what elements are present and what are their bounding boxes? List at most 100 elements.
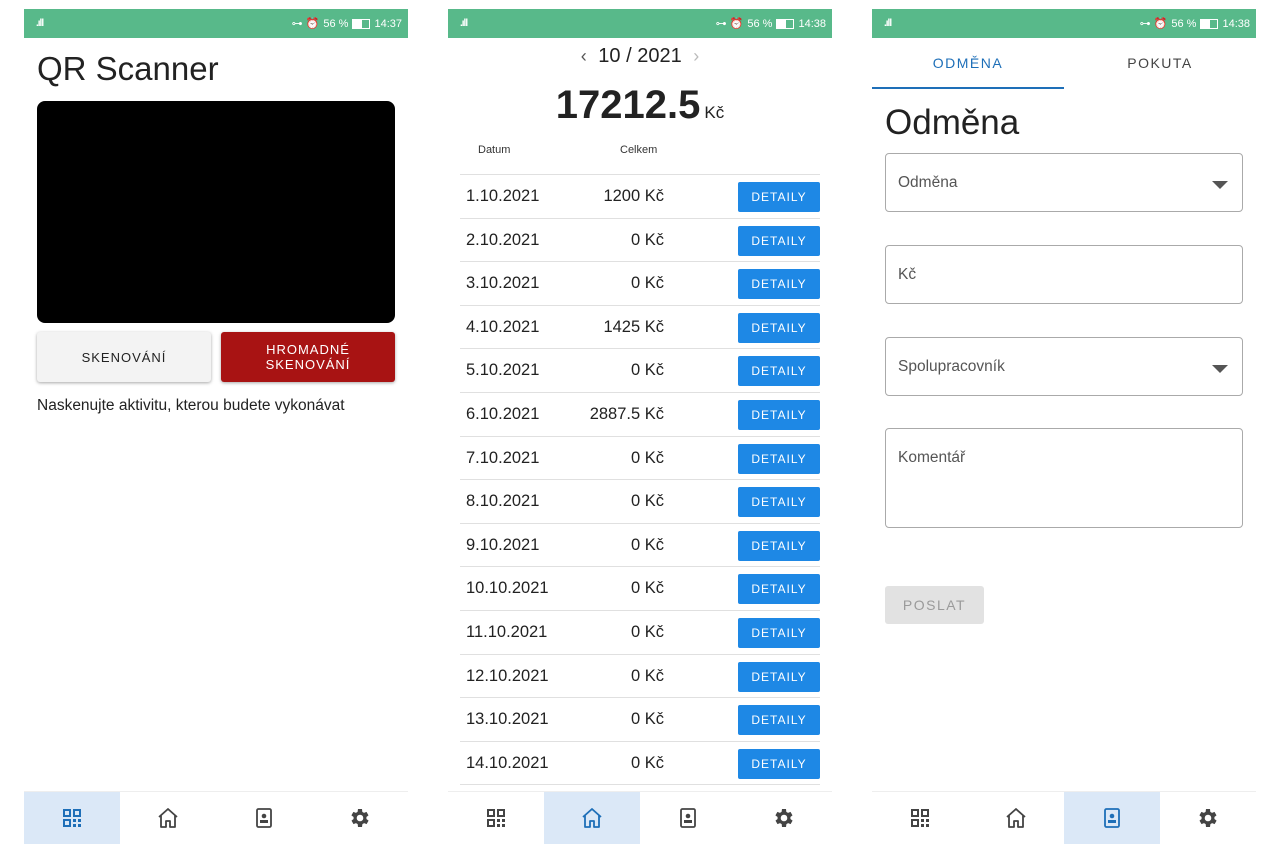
dropdown-arrow-icon bbox=[1212, 365, 1228, 373]
table-row: 12.10.2021 0 Kč DETAILY bbox=[460, 653, 820, 698]
contact-icon bbox=[1104, 808, 1120, 828]
colleague-select[interactable]: Spolupracovník bbox=[885, 337, 1243, 396]
comment-label: Komentář bbox=[898, 449, 966, 466]
row-date: 7.10.2021 bbox=[466, 448, 540, 467]
detail-button[interactable]: DETAILY bbox=[738, 312, 820, 343]
screen-monthly-summary: .ıll ⊶ ⏰ 56 % 14:38 ‹ 10 / 2021 › 17212.… bbox=[448, 9, 832, 844]
nav-settings[interactable] bbox=[1160, 792, 1256, 844]
detail-button[interactable]: DETAILY bbox=[738, 443, 820, 474]
row-date: 8.10.2021 bbox=[466, 492, 540, 511]
home-icon bbox=[1006, 808, 1026, 828]
nav-home[interactable] bbox=[544, 792, 640, 844]
row-date: 11.10.2021 bbox=[466, 622, 548, 641]
settings-icon bbox=[1199, 809, 1217, 827]
qr-code-icon bbox=[63, 809, 81, 827]
detail-button[interactable]: DETAILY bbox=[738, 617, 820, 648]
scan-button[interactable]: SKENOVÁNÍ bbox=[37, 332, 211, 382]
row-total: 0 Kč bbox=[630, 753, 664, 772]
home-icon bbox=[158, 808, 178, 828]
tab-bar: ODMĚNA POKUTA bbox=[872, 47, 1256, 89]
nav-qr[interactable] bbox=[872, 792, 968, 844]
table-row: 8.10.2021 0 Kč DETAILY bbox=[460, 479, 820, 523]
table-row: 13.10.2021 0 Kč DETAILY bbox=[460, 697, 820, 741]
colleague-label: Spolupracovník bbox=[898, 358, 1005, 375]
row-total: 0 Kč bbox=[630, 710, 664, 729]
row-total: 0 Kč bbox=[630, 230, 664, 249]
detail-button[interactable]: DETAILY bbox=[738, 487, 820, 518]
home-icon bbox=[582, 808, 602, 828]
row-date: 4.10.2021 bbox=[466, 317, 540, 336]
qr-code-icon bbox=[487, 809, 505, 827]
row-total: 0 Kč bbox=[630, 535, 664, 554]
send-button[interactable]: POSLAT bbox=[885, 586, 984, 624]
nav-contacts[interactable] bbox=[216, 792, 312, 844]
nav-contacts[interactable] bbox=[640, 792, 736, 844]
status-time: 14:37 bbox=[374, 17, 402, 30]
month-label: 10 / 2021 bbox=[598, 45, 682, 67]
comment-field[interactable]: Komentář bbox=[885, 428, 1243, 528]
dropdown-arrow-icon bbox=[1212, 181, 1228, 189]
row-total: 0 Kč bbox=[630, 448, 664, 467]
nav-settings[interactable] bbox=[736, 792, 832, 844]
row-total: 1425 Kč bbox=[603, 317, 664, 336]
column-total: Celkem bbox=[620, 144, 658, 156]
status-time: 14:38 bbox=[798, 17, 826, 30]
nav-contacts[interactable] bbox=[1064, 792, 1160, 844]
settings-icon bbox=[351, 809, 369, 827]
total-currency: Kč bbox=[704, 103, 725, 122]
row-date: 1.10.2021 bbox=[466, 187, 540, 205]
contact-icon bbox=[680, 808, 696, 828]
table-header: Datum Celkem bbox=[460, 142, 820, 174]
table-row: 6.10.2021 2887.5 Kč DETAILY bbox=[460, 391, 820, 436]
table-row: 11.10.2021 0 Kč DETAILY bbox=[460, 609, 820, 654]
row-date: 12.10.2021 bbox=[466, 666, 549, 685]
nav-home[interactable] bbox=[968, 792, 1064, 844]
signal-icon: .ıll bbox=[36, 18, 44, 29]
row-total: 0 Kč bbox=[630, 274, 664, 293]
detail-button[interactable]: DETAILY bbox=[738, 356, 820, 387]
nav-qr[interactable] bbox=[448, 792, 544, 844]
detail-button[interactable]: DETAILY bbox=[738, 182, 820, 212]
battery-percent: 56 % bbox=[1171, 17, 1197, 30]
nav-settings[interactable] bbox=[312, 792, 408, 844]
detail-button[interactable]: DETAILY bbox=[738, 269, 820, 300]
bulk-scan-button[interactable]: HROMADNÉ SKENOVÁNÍ bbox=[221, 332, 395, 382]
detail-button[interactable]: DETAILY bbox=[738, 661, 820, 692]
bottom-navigation bbox=[872, 791, 1256, 844]
row-date: 13.10.2021 bbox=[466, 710, 549, 729]
battery-icon bbox=[1200, 18, 1219, 29]
detail-button[interactable]: DETAILY bbox=[738, 225, 820, 256]
next-month-button[interactable]: › bbox=[693, 46, 699, 66]
prev-month-button[interactable]: ‹ bbox=[581, 46, 587, 66]
camera-preview[interactable] bbox=[37, 101, 395, 323]
tab-reward[interactable]: ODMĚNA bbox=[872, 47, 1064, 89]
detail-button[interactable]: DETAILY bbox=[738, 399, 820, 430]
row-date: 6.10.2021 bbox=[466, 404, 540, 423]
table-row: 14.10.2021 0 Kč DETAILY bbox=[460, 740, 820, 785]
scan-hint: Naskenujte aktivitu, kterou budete vykon… bbox=[37, 397, 345, 414]
detail-button[interactable]: DETAILY bbox=[738, 530, 820, 561]
month-total: 17212.5 Kč bbox=[448, 83, 832, 128]
detail-button[interactable]: DETAILY bbox=[738, 574, 820, 605]
row-total: 0 Kč bbox=[630, 361, 664, 380]
reward-type-label: Odměna bbox=[898, 174, 958, 191]
status-bar: .ıll ⊶ ⏰ 56 % 14:38 bbox=[448, 9, 832, 38]
amount-field[interactable]: Kč bbox=[885, 245, 1243, 304]
screen-qr-scanner: .ıll ⊶ ⏰ 56 % 14:37 QR Scanner SKENOVÁNÍ… bbox=[24, 9, 408, 844]
detail-button[interactable]: DETAILY bbox=[738, 705, 820, 736]
table-row: 7.10.2021 0 Kč DETAILY bbox=[460, 435, 820, 480]
bottom-navigation bbox=[24, 791, 408, 844]
battery-icon bbox=[776, 18, 795, 29]
row-date: 5.10.2021 bbox=[466, 361, 540, 380]
total-amount: 17212.5 bbox=[555, 83, 701, 127]
table-row: 4.10.2021 1425 Kč DETAILY bbox=[460, 304, 820, 349]
tab-fine[interactable]: POKUTA bbox=[1064, 47, 1256, 89]
daily-table[interactable]: 1.10.2021 1200 Kč DETAILY 2.10.2021 0 Kč DETA… bbox=[460, 174, 820, 791]
nav-home[interactable] bbox=[120, 792, 216, 844]
nav-qr[interactable] bbox=[24, 792, 120, 844]
status-icons: ⊶ ⏰ bbox=[715, 18, 744, 30]
settings-icon bbox=[775, 809, 793, 827]
detail-button[interactable]: DETAILY bbox=[738, 748, 820, 779]
reward-type-select[interactable]: Odměna bbox=[885, 153, 1243, 212]
table-row: 1.10.2021 1200 Kč DETAILY bbox=[460, 174, 820, 218]
